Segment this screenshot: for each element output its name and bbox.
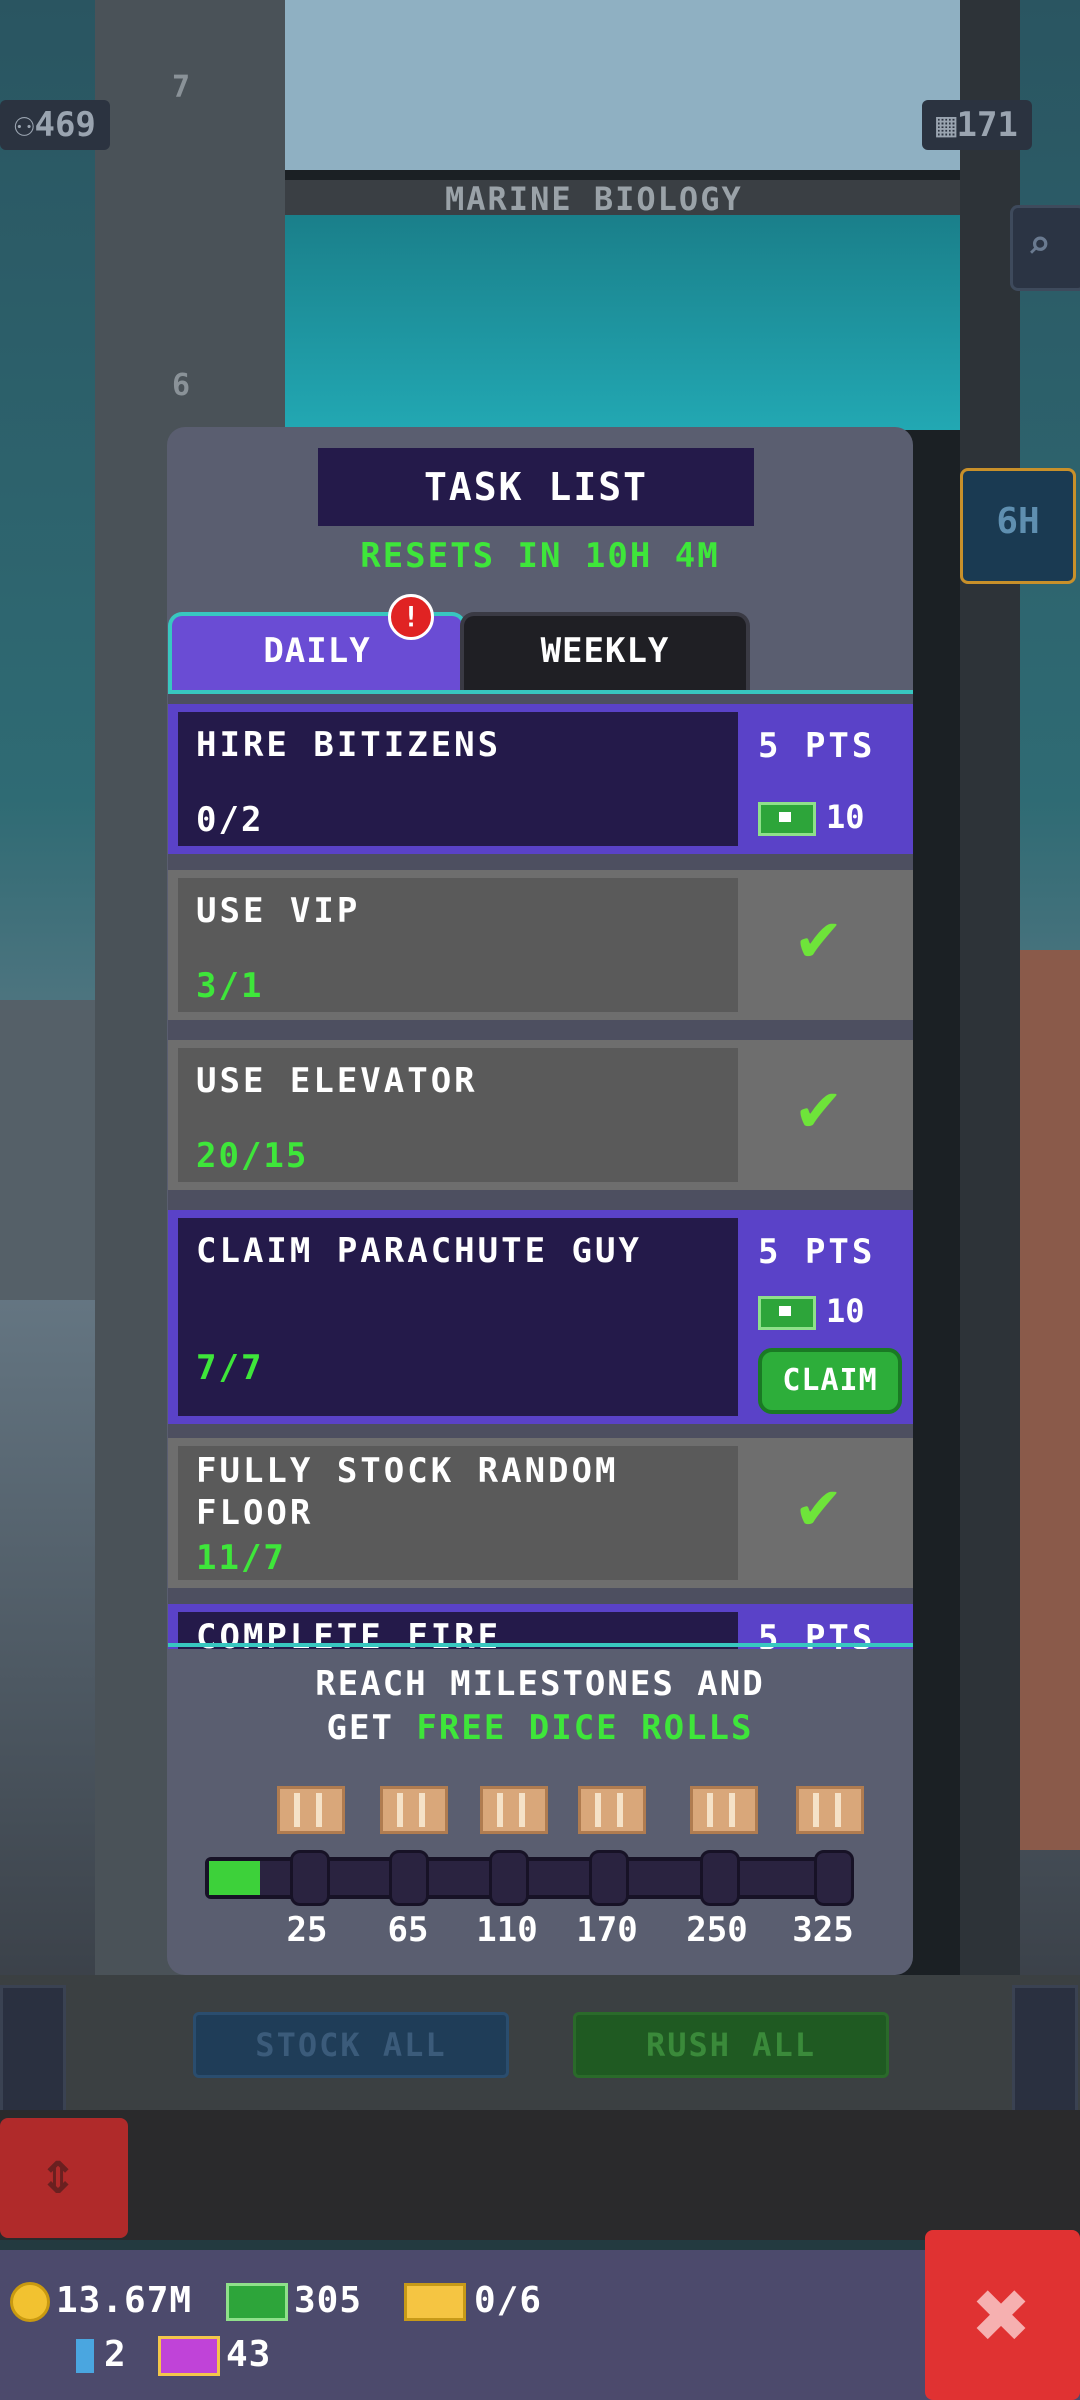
vip-counter: 43: [158, 2334, 271, 2376]
milestone-node: [589, 1850, 629, 1906]
dice-reward-icon: [480, 1786, 548, 1834]
stock-all-button[interactable]: STOCK ALL: [193, 2012, 509, 2078]
tab-weekly[interactable]: WEEKLY: [460, 612, 750, 694]
task-body: FULLY STOCK RANDOM FLOOR 11/7: [178, 1446, 738, 1580]
floor-number: 6: [172, 368, 191, 403]
list-divider: [168, 1643, 913, 1647]
floor-number: 7: [172, 70, 191, 105]
task-label: USE VIP: [196, 891, 361, 931]
task-progress: 7/7: [196, 1348, 264, 1388]
checkmark-icon: ✔: [798, 1466, 839, 1545]
close-button[interactable]: ✖: [925, 2230, 1080, 2400]
task-progress: 11/7: [196, 1538, 286, 1578]
timer-label: 6H: [996, 501, 1040, 542]
lobby-floor: [0, 2110, 1080, 2240]
cash-icon: [758, 802, 816, 836]
task-body: USE ELEVATOR 20/15: [178, 1048, 738, 1182]
task-list[interactable]: HIRE BITIZENS 0/2 5 PTS 10 USE VIP 3/1 ✔…: [168, 690, 913, 1649]
task-points: 5 PTS: [758, 726, 876, 766]
search-button[interactable]: ⌕: [1010, 205, 1080, 291]
gem-counter: 2: [76, 2334, 127, 2375]
city-building: [0, 1000, 95, 1300]
milestone-node: [814, 1850, 854, 1906]
up-down-arrows-icon: ⇕: [40, 2138, 77, 2208]
dice-reward-icon: [578, 1786, 646, 1834]
milestone-node: [700, 1850, 740, 1906]
task-body: CLAIM PARACHUTE GUY 7/7: [178, 1218, 738, 1416]
task-item-claim-parachute-guy: CLAIM PARACHUTE GUY 7/7 5 PTS 10 CLAIM: [168, 1210, 913, 1424]
coin-icon: [10, 2282, 50, 2322]
resident-count-badge: ⚇469: [0, 100, 110, 150]
alert-icon: !: [388, 594, 434, 640]
tower-right-column: [960, 0, 1020, 1990]
floor-apartment: [285, 0, 960, 170]
home-nav-button[interactable]: [1012, 1985, 1078, 2121]
left-nav-button[interactable]: [0, 1985, 66, 2121]
checkmark-icon: ✔: [798, 898, 839, 977]
milestone-label: 250: [686, 1910, 748, 1950]
cash-reward: 10: [758, 798, 865, 836]
toolbar-background: [0, 1975, 1080, 2115]
dice-reward-icon: [796, 1786, 864, 1834]
dice-reward-icon: [380, 1786, 448, 1834]
elevator-control-button[interactable]: ⇕: [0, 2118, 128, 2238]
checkmark-icon: ✔: [798, 1068, 839, 1147]
task-item-use-elevator: USE ELEVATOR 20/15 ✔: [168, 1040, 913, 1190]
floor-marine-biology: [285, 215, 960, 430]
cash-icon: [758, 1296, 816, 1330]
task-status: ✔: [738, 1048, 903, 1182]
task-progress: 0/2: [196, 800, 264, 840]
ticket-counter: 0/6: [404, 2280, 542, 2321]
close-icon: ✖: [973, 2259, 1032, 2371]
milestone-label: 65: [387, 1910, 429, 1950]
task-label: HIRE BITIZENS: [196, 725, 502, 765]
city-building: [1020, 950, 1080, 1850]
status-bar: [0, 2250, 1080, 2400]
gem-icon: [76, 2339, 94, 2373]
vip-icon: [158, 2336, 220, 2376]
milestone-node: [389, 1850, 429, 1906]
milestone-label: 170: [576, 1910, 638, 1950]
task-reward: 5 PTS 10: [738, 712, 903, 846]
claim-button[interactable]: CLAIM: [758, 1348, 902, 1414]
milestone-label: 110: [476, 1910, 538, 1950]
search-icon: ⌕: [1027, 222, 1052, 268]
task-progress: 20/15: [196, 1136, 309, 1176]
milestone-label: 325: [792, 1910, 854, 1950]
task-body: USE VIP 3/1: [178, 878, 738, 1012]
bux-counter: 305: [226, 2280, 362, 2321]
task-points: 5 PTS: [758, 1232, 876, 1272]
task-progress: 3/1: [196, 966, 264, 1006]
floor-count-badge: ▦171: [922, 100, 1032, 150]
task-label: CLAIM PARACHUTE GUY: [196, 1231, 642, 1271]
cash-reward: 10: [758, 1292, 865, 1330]
task-reward: 5 PTS 10 CLAIM: [738, 1218, 903, 1416]
timer-button[interactable]: 6H: [960, 468, 1076, 584]
task-item-hire-bitizens: HIRE BITIZENS 0/2 5 PTS 10: [168, 704, 913, 854]
rush-all-button[interactable]: RUSH ALL: [573, 2012, 889, 2078]
milestone-node: [290, 1850, 330, 1906]
milestone-node: [489, 1850, 529, 1906]
task-status: ✔: [738, 878, 903, 1012]
task-body: HIRE BITIZENS 0/2: [178, 712, 738, 846]
dice-reward-icon: [690, 1786, 758, 1834]
coins-counter: 13.67M: [10, 2280, 192, 2322]
floor-sign: MARINE BIOLOGY: [285, 180, 960, 218]
task-label: USE ELEVATOR: [196, 1061, 478, 1101]
task-item-fully-stock-random-floor: FULLY STOCK RANDOM FLOOR 11/7 ✔: [168, 1438, 913, 1588]
reset-timer: RESETS IN 10H 4M: [360, 536, 720, 576]
task-status: ✔: [738, 1446, 903, 1580]
milestone-description: REACH MILESTONES AND GET FREE DICE ROLLS: [315, 1664, 765, 1748]
ticket-icon: [404, 2283, 466, 2321]
milestone-label: 25: [286, 1910, 328, 1950]
task-item-use-vip: USE VIP 3/1 ✔: [168, 870, 913, 1020]
milestone-progress-fill: [209, 1861, 260, 1895]
bux-icon: [226, 2283, 288, 2321]
dice-reward-icon: [277, 1786, 345, 1834]
task-label: FULLY STOCK RANDOM FLOOR: [196, 1451, 619, 1533]
panel-title: TASK LIST: [318, 448, 754, 526]
